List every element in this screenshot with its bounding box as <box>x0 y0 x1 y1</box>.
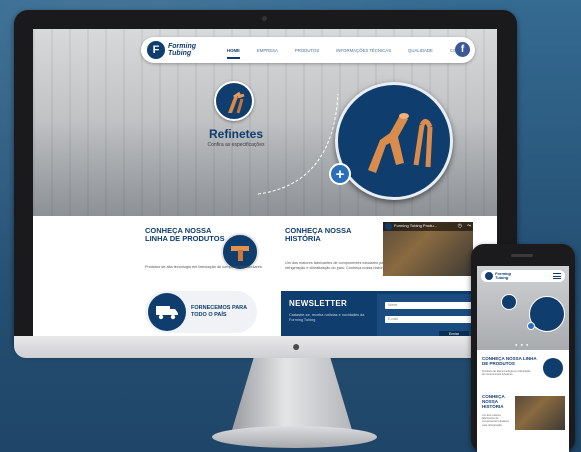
imac-monitor: F Forming Tubing HOME EMPRESA PRODUTOS I… <box>14 10 517 354</box>
smartphone: Forming Tubing ● ● ● CONHEÇA NOSSA LINHA… <box>471 244 575 452</box>
logo-mark-icon: F <box>147 41 165 59</box>
newsletter-panel: NEWSLETTER Cadastre-se, receba notícias … <box>281 291 497 342</box>
nav-home[interactable]: HOME <box>227 48 240 59</box>
website-screen: F Forming Tubing HOME EMPRESA PRODUTOS I… <box>33 29 497 342</box>
copper-y-fitting-icon <box>368 113 433 173</box>
mobile-products-text: Produtos de alta tecnologia em fabricaçã… <box>482 370 531 377</box>
monitor-chin <box>14 336 517 358</box>
copper-fitting-icon <box>228 91 245 114</box>
camera <box>262 16 267 21</box>
phone-speaker <box>511 254 533 257</box>
mobile-navbar: Forming Tubing <box>481 270 565 282</box>
monitor-base <box>212 426 377 448</box>
products-section-title[interactable]: CONHEÇA NOSSA LINHA DE PRODUTOS <box>145 227 225 243</box>
share-icon[interactable]: ⤳ <box>467 223 471 229</box>
video-title: Forming Tubing Produ... <box>394 223 437 228</box>
mobile-products-title[interactable]: CONHEÇA NOSSA LINHA DE PRODUTOS <box>482 356 537 366</box>
mobile-history-text: Um dos maiores fabricantes de componente… <box>482 414 509 427</box>
mobile-brand-name: Forming Tubing <box>495 271 511 280</box>
mobile-video-player[interactable] <box>515 396 565 430</box>
apple-logo-icon: ● <box>292 338 301 354</box>
dashed-arc <box>257 93 339 195</box>
mobile-history-title[interactable]: CONHEÇA NOSSA HISTÓRIA <box>482 394 512 409</box>
watch-later-icon[interactable]: ◷ <box>458 223 462 229</box>
history-section-text: Um dos maiores fabricantes de componente… <box>285 261 387 270</box>
facebook-icon[interactable]: f <box>455 42 470 57</box>
mobile-tee-fitting-icon[interactable] <box>543 358 563 378</box>
mobile-plus-icon[interactable] <box>527 322 535 330</box>
plus-icon[interactable]: + <box>329 163 351 185</box>
truck-icon <box>148 293 186 331</box>
products-section-text: Produtos de alta tecnologia em fabricaçã… <box>145 265 263 269</box>
hero-banner: F Forming Tubing HOME EMPRESA PRODUTOS I… <box>33 29 497 216</box>
brand-logo[interactable]: F Forming Tubing <box>147 41 208 59</box>
shipping-text: FORNECEMOS PARA TODO O PAÍS <box>191 305 247 318</box>
newsletter-email-input[interactable]: E-mail <box>385 316 477 323</box>
top-navbar: F Forming Tubing HOME EMPRESA PRODUTOS I… <box>141 37 475 63</box>
nav-informacoes-tecnicas[interactable]: INFORMAÇÕES TÉCNICAS <box>336 48 391 53</box>
nav-empresa[interactable]: EMPRESA <box>257 48 278 53</box>
newsletter-name-input[interactable]: Nome <box>385 302 477 309</box>
mobile-refinetes-thumbnail[interactable] <box>501 294 517 310</box>
video-player[interactable]: Forming Tubing Produ... ◷ ⤳ <box>383 222 473 276</box>
mobile-hero: Forming Tubing ● ● ● <box>477 266 569 350</box>
channel-icon <box>385 223 392 230</box>
newsletter-text: Cadastre-se, receba notícias e novidades… <box>289 313 365 322</box>
nav-qualidade[interactable]: QUALIDADE <box>408 48 433 53</box>
mobile-website-screen: Forming Tubing ● ● ● CONHEÇA NOSSA LINHA… <box>477 266 569 452</box>
refinetes-thumbnail[interactable] <box>214 81 254 121</box>
product-showcase[interactable] <box>335 82 453 200</box>
mobile-logo-icon[interactable] <box>485 272 493 280</box>
newsletter-title: NEWSLETTER <box>289 299 348 308</box>
main-menu: HOME EMPRESA PRODUTOS INFORMAÇÕES TÉCNIC… <box>227 37 487 63</box>
menu-icon[interactable] <box>553 273 561 279</box>
nav-produtos[interactable]: PRODUTOS <box>295 48 319 53</box>
brand-name: Forming Tubing <box>168 43 196 57</box>
carousel-dots[interactable]: ● ● ● <box>515 342 529 347</box>
monitor-stand <box>232 358 352 430</box>
history-section-title[interactable]: CONHEÇA NOSSA HISTÓRIA <box>285 227 365 243</box>
